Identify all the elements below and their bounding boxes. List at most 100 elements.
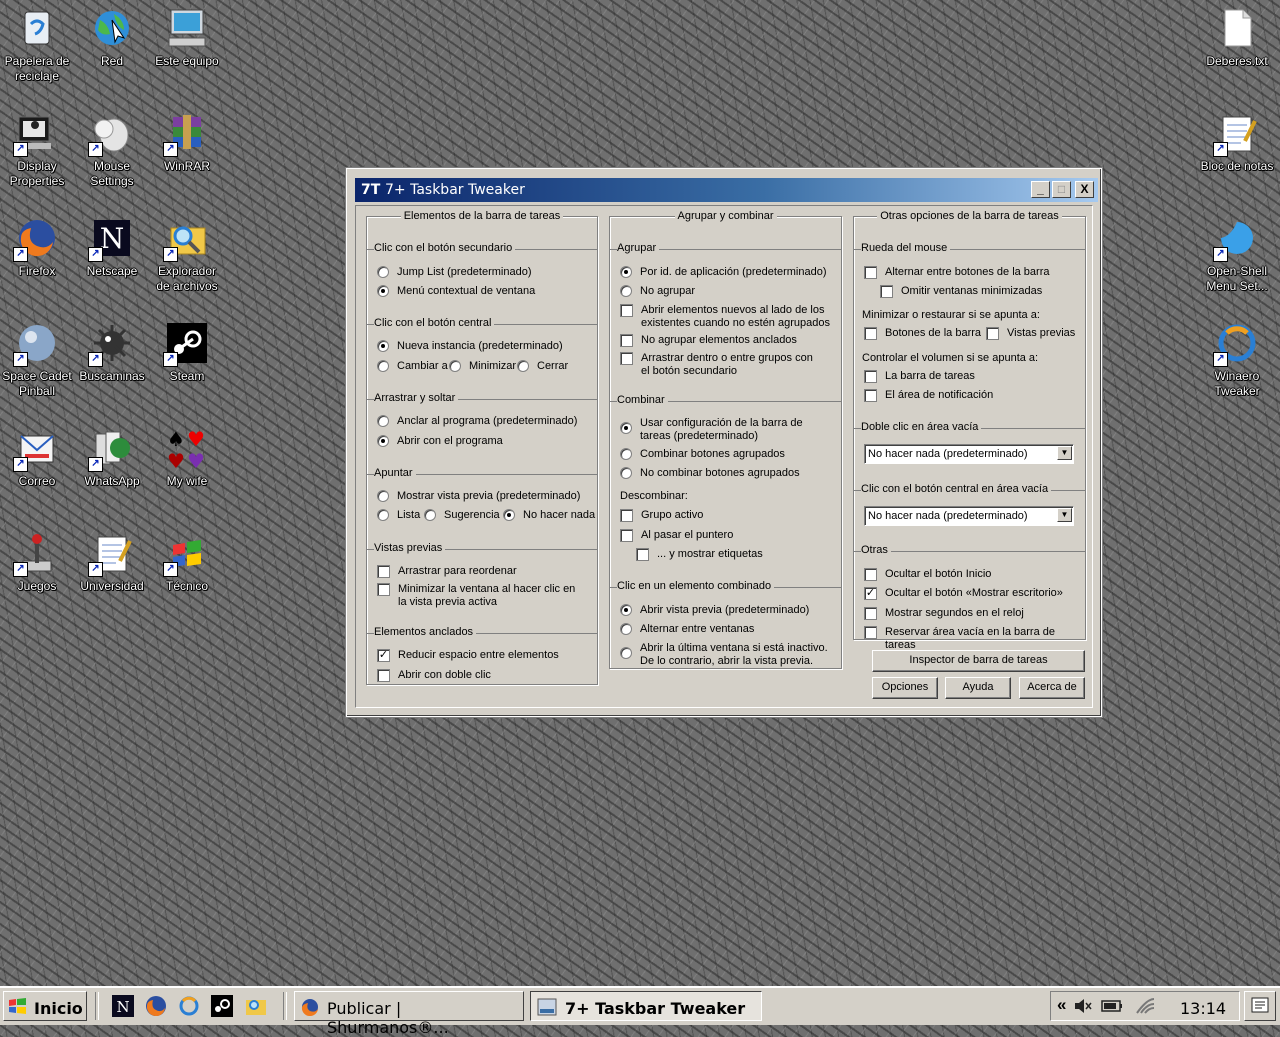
options-button[interactable]: Opciones [872, 677, 938, 699]
desktop-icon-mouse-settings[interactable]: ↗ Mouse Settings [75, 111, 149, 189]
desktop-icon-this-pc[interactable]: Este equipo [150, 6, 224, 69]
checkbox-active-group[interactable]: Grupo activo [620, 509, 703, 522]
checkbox-on-hover[interactable]: Al pasar el puntero [620, 529, 733, 542]
radio-open-with[interactable]: Abrir con el programa [377, 435, 503, 448]
radio-circle[interactable] [620, 604, 632, 616]
desktop-icon-file-explorer[interactable]: ↗ Explorador de archivos [150, 216, 224, 294]
desktop-icon-mail[interactable]: ↗ Correo [0, 426, 74, 489]
checkbox-hide-start[interactable]: Ocultar el botón Inicio [864, 568, 991, 581]
radio-circle[interactable] [377, 509, 389, 521]
desktop-icon-whatsapp[interactable]: ↗ WhatsApp [75, 426, 149, 489]
checkbox-thumbnails[interactable]: Vistas previas [986, 327, 1075, 340]
checkbox-skip-minimized[interactable]: Omitir ventanas minimizadas [880, 285, 1042, 298]
radio-circle[interactable] [424, 509, 436, 521]
firefox-icon[interactable] [145, 995, 167, 1017]
minimize-button[interactable]: _ [1031, 181, 1050, 198]
task-button-taskbar-tweaker[interactable]: 7+ Taskbar Tweaker [530, 991, 762, 1021]
radio-circle[interactable] [620, 467, 632, 479]
checkbox-box[interactable] [864, 266, 877, 279]
checkbox-box[interactable] [864, 389, 877, 402]
radio-circle[interactable] [620, 285, 632, 297]
wifi-icon[interactable] [1135, 997, 1155, 1018]
desktop-icon-display-properties[interactable]: ↗ Display Properties [0, 111, 74, 189]
checkbox-box[interactable] [620, 352, 633, 365]
checkbox-box[interactable]: ✓ [377, 649, 390, 662]
checkbox-box[interactable] [620, 304, 633, 317]
chevron-down-icon[interactable]: ▼ [1057, 446, 1072, 460]
about-button[interactable]: Acerca de [1019, 677, 1085, 699]
radio-switch-to[interactable]: Cambiar a [377, 360, 448, 373]
checkbox-box[interactable] [986, 327, 999, 340]
desktop-icon-winrar[interactable]: ↗ WinRAR [150, 111, 224, 174]
radio-jump-list[interactable]: Jump List (predeterminado) [377, 266, 532, 279]
checkbox-box[interactable] [864, 607, 877, 620]
start-button[interactable]: Inicio [3, 991, 87, 1021]
radio-context-menu[interactable]: Menú contextual de ventana [377, 285, 535, 298]
checkbox-box[interactable] [864, 626, 877, 639]
radio-circle[interactable] [377, 490, 389, 502]
radio-circle[interactable] [620, 647, 632, 659]
radio-circle[interactable] [517, 360, 529, 372]
radio-circle[interactable] [377, 435, 389, 447]
clock[interactable]: 13:14 [1180, 999, 1226, 1018]
checkbox-taskbar-buttons[interactable]: Botones de la barra [864, 327, 981, 340]
checkbox-box[interactable] [864, 568, 877, 581]
volume-muted-icon[interactable] [1073, 997, 1093, 1018]
desktop-icon-open-shell[interactable]: ↗ Open-Shell Menu Set... [1200, 216, 1274, 294]
desktop-icon-recycle-bin[interactable]: Papelera de reciclaje [0, 6, 74, 84]
radio-list[interactable]: Lista [377, 509, 420, 522]
radio-circle[interactable] [620, 266, 632, 278]
radio-circle[interactable] [377, 340, 389, 352]
checkbox-show-seconds[interactable]: Mostrar segundos en el reloj [864, 607, 1024, 620]
notification-center-button[interactable] [1244, 991, 1276, 1021]
help-button[interactable]: Ayuda [945, 677, 1011, 699]
radio-no-combine[interactable]: No combinar botones agrupados [620, 467, 800, 480]
radio-open-preview[interactable]: Abrir vista previa (predeterminado) [620, 604, 809, 617]
checkbox-box[interactable] [864, 370, 877, 383]
checkbox-box[interactable] [864, 327, 877, 340]
explorer-icon[interactable] [245, 995, 267, 1017]
radio-pin-program[interactable]: Anclar al programa (predeterminado) [377, 415, 577, 428]
desktop-icon-steam[interactable]: ↗ Steam [150, 321, 224, 384]
maximize-button[interactable]: □ [1052, 181, 1071, 198]
radio-circle[interactable] [377, 285, 389, 297]
radio-close[interactable]: Cerrar [517, 360, 568, 373]
checkbox-hide-show-desktop[interactable]: ✓ Ocultar el botón «Mostrar escritorio» [864, 587, 1063, 600]
checkbox-cycle-buttons[interactable]: Alternar entre botones de la barra [864, 266, 1050, 279]
checkbox-box[interactable] [377, 565, 390, 578]
checkbox-box[interactable] [620, 509, 633, 522]
checkbox-box[interactable] [636, 548, 649, 561]
radio-circle[interactable] [449, 360, 461, 372]
chevron-down-icon[interactable]: ▼ [1057, 508, 1072, 522]
desktop-icon-my-wife[interactable]: ♠ ♥ ♥ ♥ My wife [150, 426, 224, 489]
checkbox-box[interactable]: ✓ [864, 587, 877, 600]
checkbox-box[interactable] [620, 529, 633, 542]
double-click-empty-select[interactable]: No hacer nada (predeterminado) ▼ [864, 444, 1074, 464]
checkbox-show-labels[interactable]: ... y mostrar etiquetas [636, 548, 763, 561]
checkbox-box[interactable] [377, 583, 390, 596]
checkbox-box[interactable] [620, 334, 633, 347]
checkbox-reduce-spacing[interactable]: ✓ Reducir espacio entre elementos [377, 649, 559, 662]
radio-show-preview[interactable]: Mostrar vista previa (predeterminado) [377, 490, 580, 503]
netscape-icon[interactable]: N [112, 995, 134, 1017]
winaero-icon[interactable] [178, 995, 200, 1017]
checkbox-reserve-empty[interactable]: Reservar área vacía en la barra de tarea… [864, 626, 1085, 652]
desktop-icon-netscape[interactable]: N ↗ Netscape [75, 216, 149, 279]
desktop-icon-minesweeper[interactable]: ↗ Buscaminas [75, 321, 149, 384]
radio-open-last-window[interactable]: Abrir la última ventana si está inactivo… [620, 642, 835, 668]
radio-circle[interactable] [620, 422, 632, 434]
close-button[interactable]: X [1075, 181, 1094, 198]
radio-circle[interactable] [620, 448, 632, 460]
checkbox-drag-reorder[interactable]: Arrastrar para reordenar [377, 565, 517, 578]
desktop-icon-network[interactable]: Red [75, 6, 149, 69]
radio-circle[interactable] [377, 266, 389, 278]
battery-icon[interactable] [1101, 999, 1123, 1016]
steam-icon[interactable] [211, 995, 233, 1017]
checkbox-drag-between-groups[interactable]: Arrastrar dentro o entre grupos con el b… [620, 352, 820, 378]
checkbox-box[interactable] [377, 669, 390, 682]
task-button-firefox[interactable]: Publicar | Shurmanos®... [294, 991, 524, 1037]
radio-cycle-windows[interactable]: Alternar entre ventanas [620, 623, 754, 636]
desktop-icon-firefox[interactable]: ↗ Firefox [0, 216, 74, 279]
radio-new-instance[interactable]: Nueva instancia (predeterminado) [377, 340, 563, 353]
title-bar[interactable]: 7T 7+ Taskbar Tweaker _ □ X [355, 178, 1098, 202]
